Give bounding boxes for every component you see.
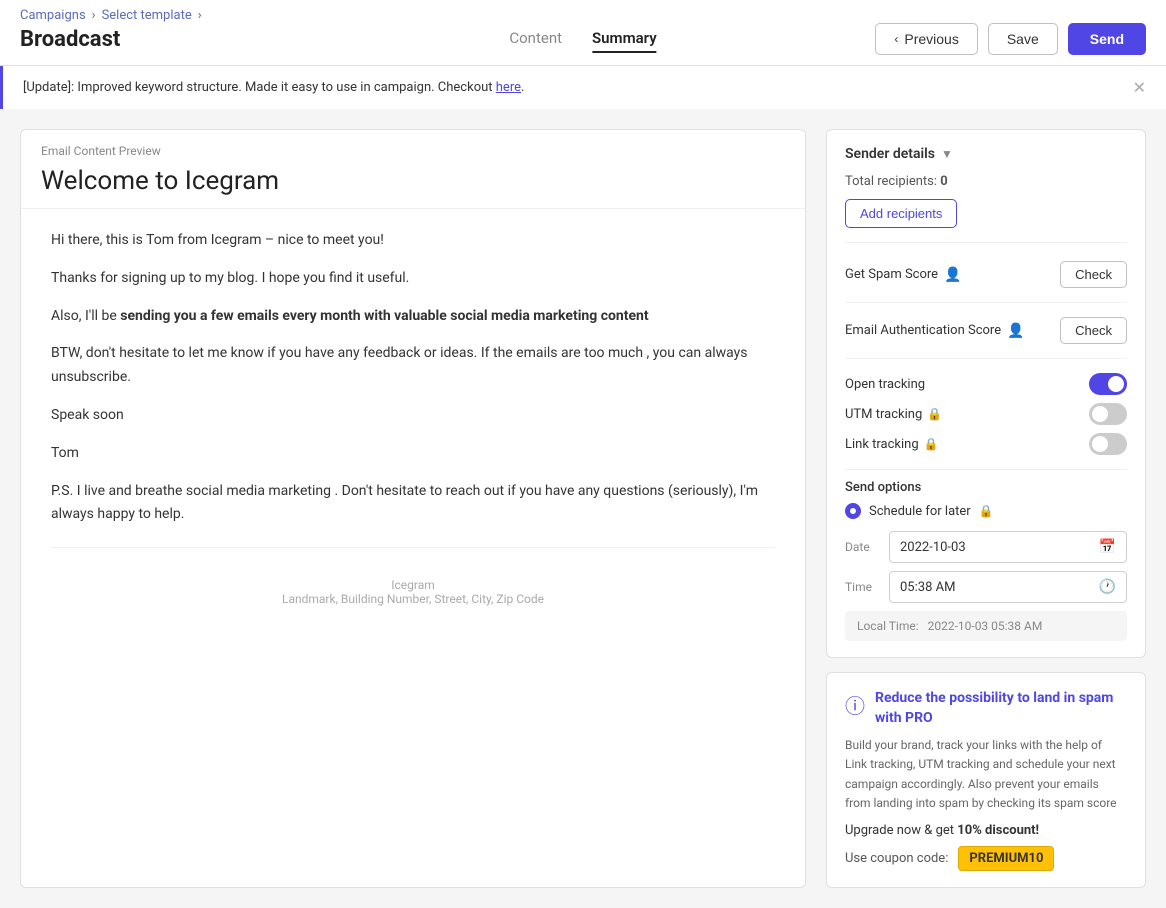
utm-lock-icon: 🔒 — [927, 407, 942, 421]
close-notification-button[interactable]: ✕ — [1133, 78, 1146, 97]
previous-button[interactable]: ‹ Previous — [875, 23, 977, 55]
breadcrumb-sep-1: › — [92, 8, 96, 23]
breadcrumb-campaigns[interactable]: Campaigns — [20, 8, 86, 23]
page-title: Broadcast — [20, 27, 120, 52]
spam-score-row: Get Spam Score 👤 Check — [845, 257, 1127, 292]
notification-link[interactable]: here — [496, 80, 521, 95]
auth-check-button[interactable]: Check — [1060, 317, 1127, 344]
spam-check-button[interactable]: Check — [1060, 261, 1127, 288]
pro-description: Build your brand, track your links with … — [845, 736, 1127, 813]
breadcrumb-select-template[interactable]: Select template — [102, 8, 192, 23]
auth-score-row: Email Authentication Score 👤 Check — [845, 313, 1127, 348]
notification-bar: [Update]: Improved keyword structure. Ma… — [0, 66, 1166, 109]
utm-tracking-toggle[interactable] — [1089, 403, 1127, 425]
email-body: Hi there, this is Tom from Icegram – nic… — [51, 229, 775, 527]
coupon-code-badge: PREMIUM10 — [958, 846, 1054, 871]
radio-schedule[interactable] — [845, 503, 861, 519]
save-button[interactable]: Save — [988, 23, 1058, 55]
preview-label: Email Content Preview — [21, 130, 805, 158]
clock-icon: 🕐 — [1099, 579, 1116, 595]
local-time-box: Local Time: 2022-10-03 05:38 AM — [845, 611, 1127, 641]
link-tracking-toggle[interactable] — [1089, 433, 1127, 455]
notification-text: [Update]: Improved keyword structure. Ma… — [23, 80, 496, 95]
link-tracking-row: Link tracking 🔒 — [845, 429, 1127, 459]
breadcrumb: Campaigns › Select template › — [20, 8, 1146, 23]
footer-company: Icegram — [51, 578, 775, 592]
date-row: Date 2022-10-03 📅 — [845, 531, 1127, 563]
send-button[interactable]: Send — [1068, 23, 1146, 55]
sender-details-title: Sender details ▼ — [845, 146, 953, 162]
tab-summary[interactable]: Summary — [592, 25, 657, 53]
time-input[interactable]: 05:38 AM 🕐 — [889, 571, 1127, 603]
auth-icon: 👤 — [1007, 323, 1024, 339]
date-input[interactable]: 2022-10-03 📅 — [889, 531, 1127, 563]
pro-upgrade-card: ⓘ Reduce the possibility to land in spam… — [826, 672, 1146, 888]
info-icon: ⓘ — [845, 690, 865, 719]
calendar-icon: 📅 — [1099, 539, 1116, 555]
link-lock-icon: 🔒 — [924, 437, 939, 451]
open-tracking-row: Open tracking — [845, 369, 1127, 399]
upgrade-text: Upgrade now & get 10% discount! — [845, 823, 1127, 838]
email-subject: Welcome to Icegram — [21, 158, 805, 209]
add-recipients-button[interactable]: Add recipients — [845, 199, 957, 228]
spam-icon: 👤 — [944, 267, 961, 283]
chevron-left-icon: ‹ — [894, 32, 898, 46]
chevron-down-icon: ▼ — [941, 147, 953, 161]
open-tracking-toggle[interactable] — [1089, 373, 1127, 395]
footer-address: Landmark, Building Number, Street, City,… — [51, 592, 775, 606]
time-row: Time 05:38 AM 🕐 — [845, 571, 1127, 603]
send-options-section: Send options Schedule for later 🔒 Date 2… — [845, 480, 1127, 641]
schedule-lock-icon: 🔒 — [979, 504, 994, 518]
coupon-row: Use coupon code: PREMIUM10 — [845, 846, 1127, 871]
recipients-row: Total recipients: 0 — [845, 174, 1127, 189]
utm-tracking-row: UTM tracking 🔒 — [845, 399, 1127, 429]
breadcrumb-sep-2: › — [198, 8, 202, 23]
schedule-row: Schedule for later 🔒 — [845, 503, 1127, 519]
tab-content[interactable]: Content — [509, 25, 562, 53]
pro-title: Reduce the possibility to land in spam w… — [875, 689, 1127, 728]
